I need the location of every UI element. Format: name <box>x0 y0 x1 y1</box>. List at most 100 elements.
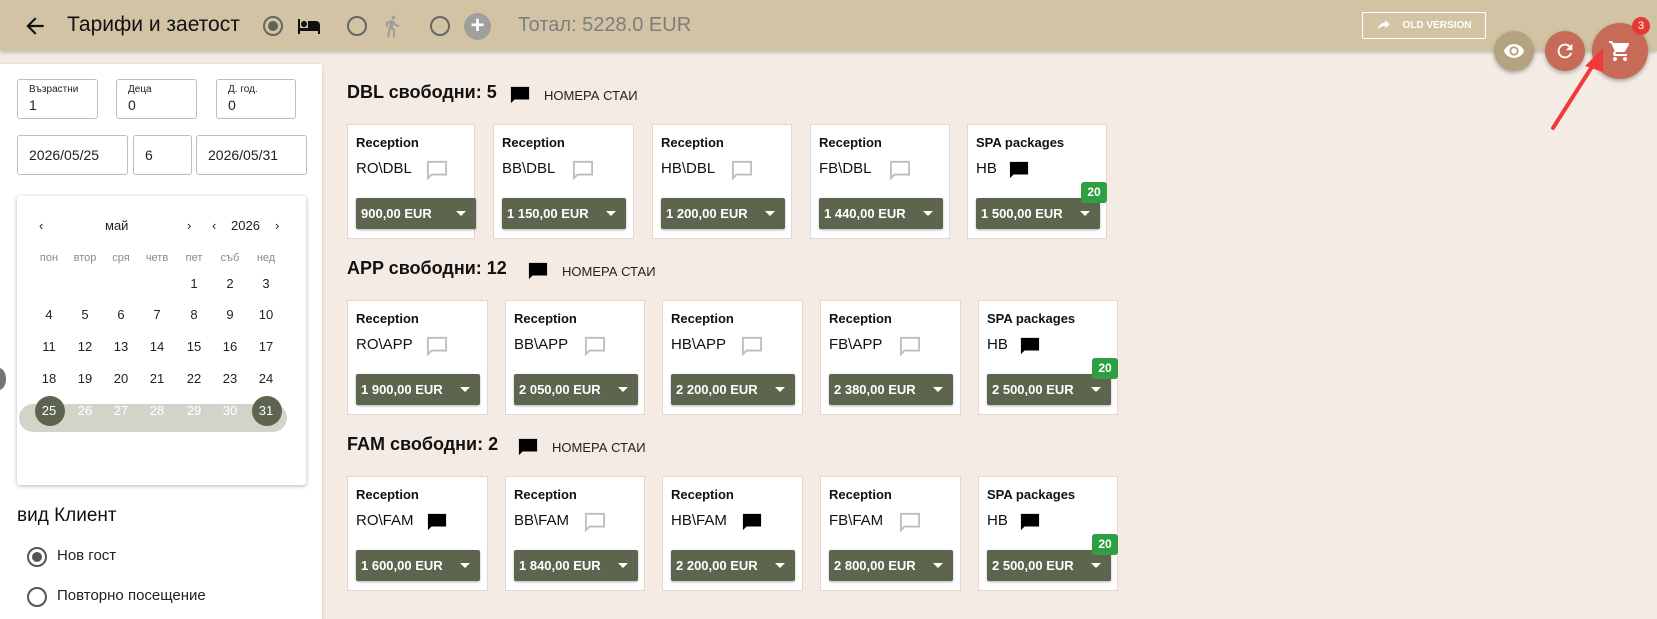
calendar-day[interactable]: 13 <box>103 333 139 361</box>
message-icon[interactable] <box>426 160 448 181</box>
chevron-down-icon <box>1091 563 1101 568</box>
price-dropdown-button[interactable]: 2 050,00 EUR <box>514 374 638 405</box>
message-icon[interactable] <box>731 160 753 181</box>
calendar-day[interactable]: 18 <box>31 365 67 393</box>
calendar-day[interactable]: 2 <box>212 270 248 298</box>
message-icon[interactable] <box>527 261 549 286</box>
message-icon[interactable] <box>1019 336 1041 356</box>
calendar-day[interactable]: 3 <box>248 270 284 298</box>
price-dropdown-button[interactable]: 900,00 EUR <box>356 198 476 229</box>
calendar-day[interactable]: 11 <box>31 333 67 361</box>
chevron-down-icon <box>460 563 470 568</box>
price-dropdown-button[interactable]: 1 600,00 EUR <box>356 550 480 581</box>
price-dropdown-button[interactable]: 1 840,00 EUR <box>514 550 638 581</box>
calendar-day[interactable]: 22 <box>176 365 212 393</box>
adults-field[interactable]: Възрастни 1 <box>17 79 98 119</box>
calendar-day[interactable]: 5 <box>67 301 103 329</box>
calendar-day[interactable]: 17 <box>248 333 284 361</box>
plus-circle-icon[interactable]: + <box>464 13 491 40</box>
refresh-button[interactable] <box>1545 31 1585 71</box>
room-numbers-link[interactable]: НОМЕРА СТАИ <box>544 88 638 103</box>
room-numbers-link[interactable]: НОМЕРА СТАИ <box>562 264 656 279</box>
rate-source-label: Reception <box>356 487 419 502</box>
radio-walk-mode[interactable] <box>347 16 367 36</box>
calendar-day[interactable]: 25 <box>31 396 67 426</box>
price-dropdown-button[interactable]: 1 150,00 EUR <box>502 198 626 229</box>
price-dropdown-button[interactable]: 1 200,00 EUR <box>661 198 785 229</box>
next-month-icon[interactable]: › <box>187 218 191 233</box>
calendar-day[interactable]: 9 <box>212 301 248 329</box>
next-year-icon[interactable]: › <box>275 218 279 233</box>
calendar-day[interactable]: 16 <box>212 333 248 361</box>
message-icon[interactable] <box>741 336 763 357</box>
price-dropdown-button[interactable]: 1 500,00 EUR <box>976 198 1100 229</box>
calendar-day[interactable]: 31 <box>248 396 284 426</box>
message-icon[interactable] <box>426 336 448 357</box>
date-from-field[interactable]: 2026/05/25 <box>17 135 128 175</box>
price-dropdown-button[interactable]: 2 500,00 EUR <box>987 374 1111 405</box>
calendar-day[interactable]: 14 <box>139 333 175 361</box>
price-dropdown-button[interactable]: 1 440,00 EUR <box>819 198 943 229</box>
calendar-day[interactable]: 6 <box>103 301 139 329</box>
calendar-day[interactable]: 19 <box>67 365 103 393</box>
price-dropdown-button[interactable]: 2 500,00 EUR <box>987 550 1111 581</box>
room-type-heading: DBL свободни: 5 <box>347 82 497 102</box>
calendar-day[interactable]: 26 <box>67 397 103 425</box>
price-dropdown-button[interactable]: 2 200,00 EUR <box>671 374 795 405</box>
radio-repeat-visit[interactable] <box>27 587 47 607</box>
eye-button[interactable] <box>1494 31 1534 71</box>
prev-month-icon[interactable]: ‹ <box>39 218 43 233</box>
rate-card: Reception HB\FAM 2 200,00 EUR <box>662 476 803 591</box>
calendar-day[interactable]: 1 <box>176 270 212 298</box>
rate-source-label: SPA packages <box>987 311 1076 326</box>
date-to-field[interactable]: 2026/05/31 <box>196 135 307 175</box>
message-icon[interactable] <box>899 512 921 533</box>
calendar-day[interactable]: 8 <box>176 301 212 329</box>
price-dropdown-button[interactable]: 2 800,00 EUR <box>829 550 953 581</box>
share-arrow-icon <box>1377 19 1390 30</box>
old-version-button[interactable]: OLD VERSION <box>1362 12 1486 39</box>
calendar-day[interactable]: 20 <box>103 365 139 393</box>
message-icon[interactable] <box>584 512 606 533</box>
calendar-day[interactable]: 30 <box>212 397 248 425</box>
nights-field[interactable]: 6 <box>133 135 192 175</box>
arrow-left-icon[interactable] <box>22 13 48 39</box>
message-icon[interactable] <box>509 85 531 110</box>
message-icon[interactable] <box>1008 160 1030 180</box>
chevron-down-icon <box>456 211 466 216</box>
price-dropdown-button[interactable]: 1 900,00 EUR <box>356 374 480 405</box>
calendar-day[interactable]: 24 <box>248 365 284 393</box>
prev-year-icon[interactable]: ‹ <box>212 218 216 233</box>
calendar-day[interactable]: 23 <box>212 365 248 393</box>
calendar-day[interactable]: 4 <box>31 301 67 329</box>
nights-value: 6 <box>145 147 153 163</box>
room-numbers-link[interactable]: НОМЕРА СТАИ <box>552 440 646 455</box>
calendar-day[interactable]: 27 <box>103 397 139 425</box>
message-icon[interactable] <box>899 336 921 357</box>
message-icon[interactable] <box>1019 512 1041 532</box>
date-to-value: 2026/05/31 <box>208 147 279 163</box>
calendar-day[interactable]: 29 <box>176 397 212 425</box>
child-age-field[interactable]: Д. год. 0 <box>216 79 296 119</box>
price-dropdown-button[interactable]: 2 200,00 EUR <box>671 550 795 581</box>
calendar-day[interactable]: 12 <box>67 333 103 361</box>
message-icon[interactable] <box>517 437 539 462</box>
children-field[interactable]: Деца 0 <box>116 79 197 119</box>
radio-add-mode[interactable] <box>430 16 450 36</box>
calendar-day[interactable]: 28 <box>139 397 175 425</box>
panel-toggle-handle[interactable] <box>0 368 6 390</box>
message-icon[interactable] <box>572 160 594 181</box>
price-dropdown-button[interactable]: 2 380,00 EUR <box>829 374 953 405</box>
calendar-day[interactable]: 15 <box>176 333 212 361</box>
message-icon[interactable] <box>584 336 606 357</box>
radio-room-mode[interactable] <box>263 16 283 36</box>
new-guest-label: Нов гост <box>57 547 117 564</box>
message-icon[interactable] <box>889 160 911 181</box>
price-value: 2 380,00 EUR <box>834 382 916 397</box>
radio-new-guest[interactable] <box>27 547 47 567</box>
message-icon[interactable] <box>426 512 448 532</box>
calendar-day[interactable]: 7 <box>139 301 175 329</box>
calendar-day[interactable]: 21 <box>139 365 175 393</box>
message-icon[interactable] <box>741 512 763 532</box>
calendar-day[interactable]: 10 <box>248 301 284 329</box>
